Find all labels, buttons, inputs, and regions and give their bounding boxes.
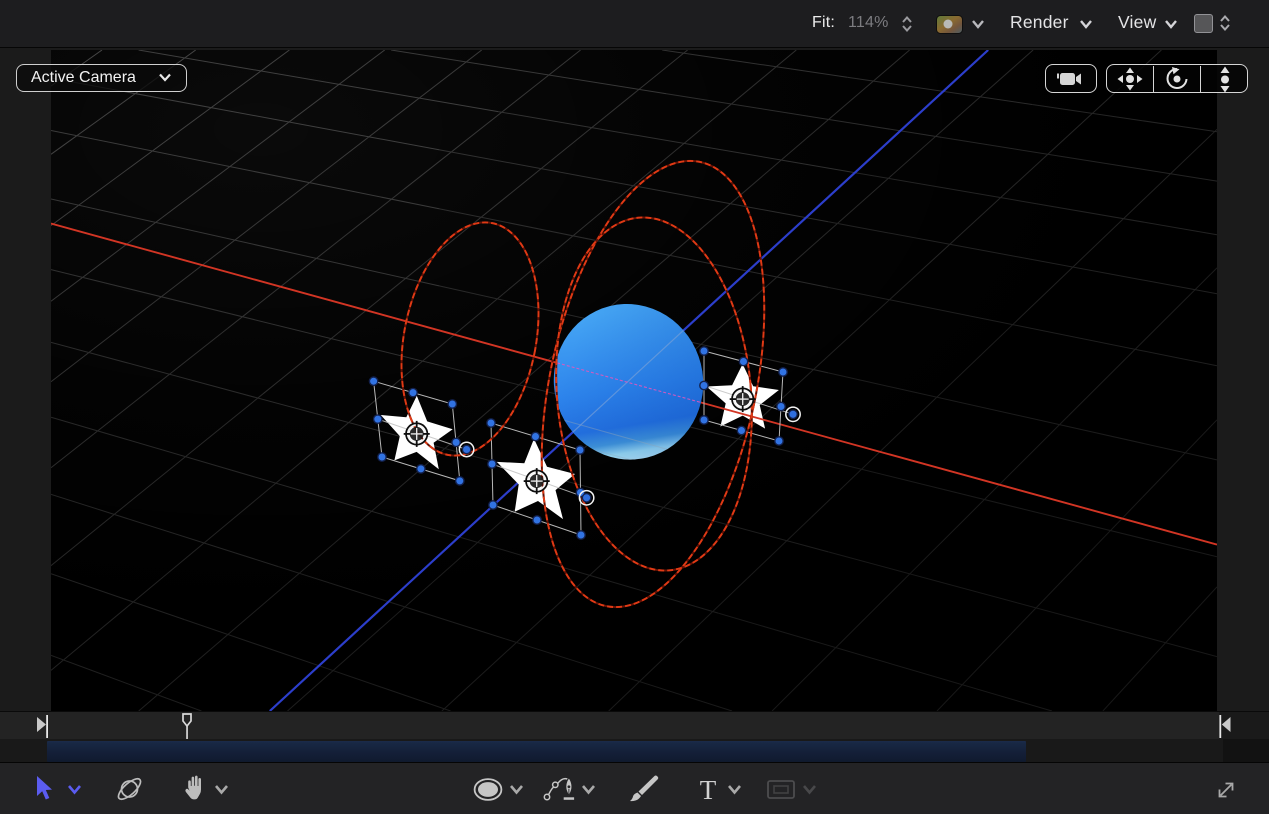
svg-text:T: T: [700, 778, 717, 802]
